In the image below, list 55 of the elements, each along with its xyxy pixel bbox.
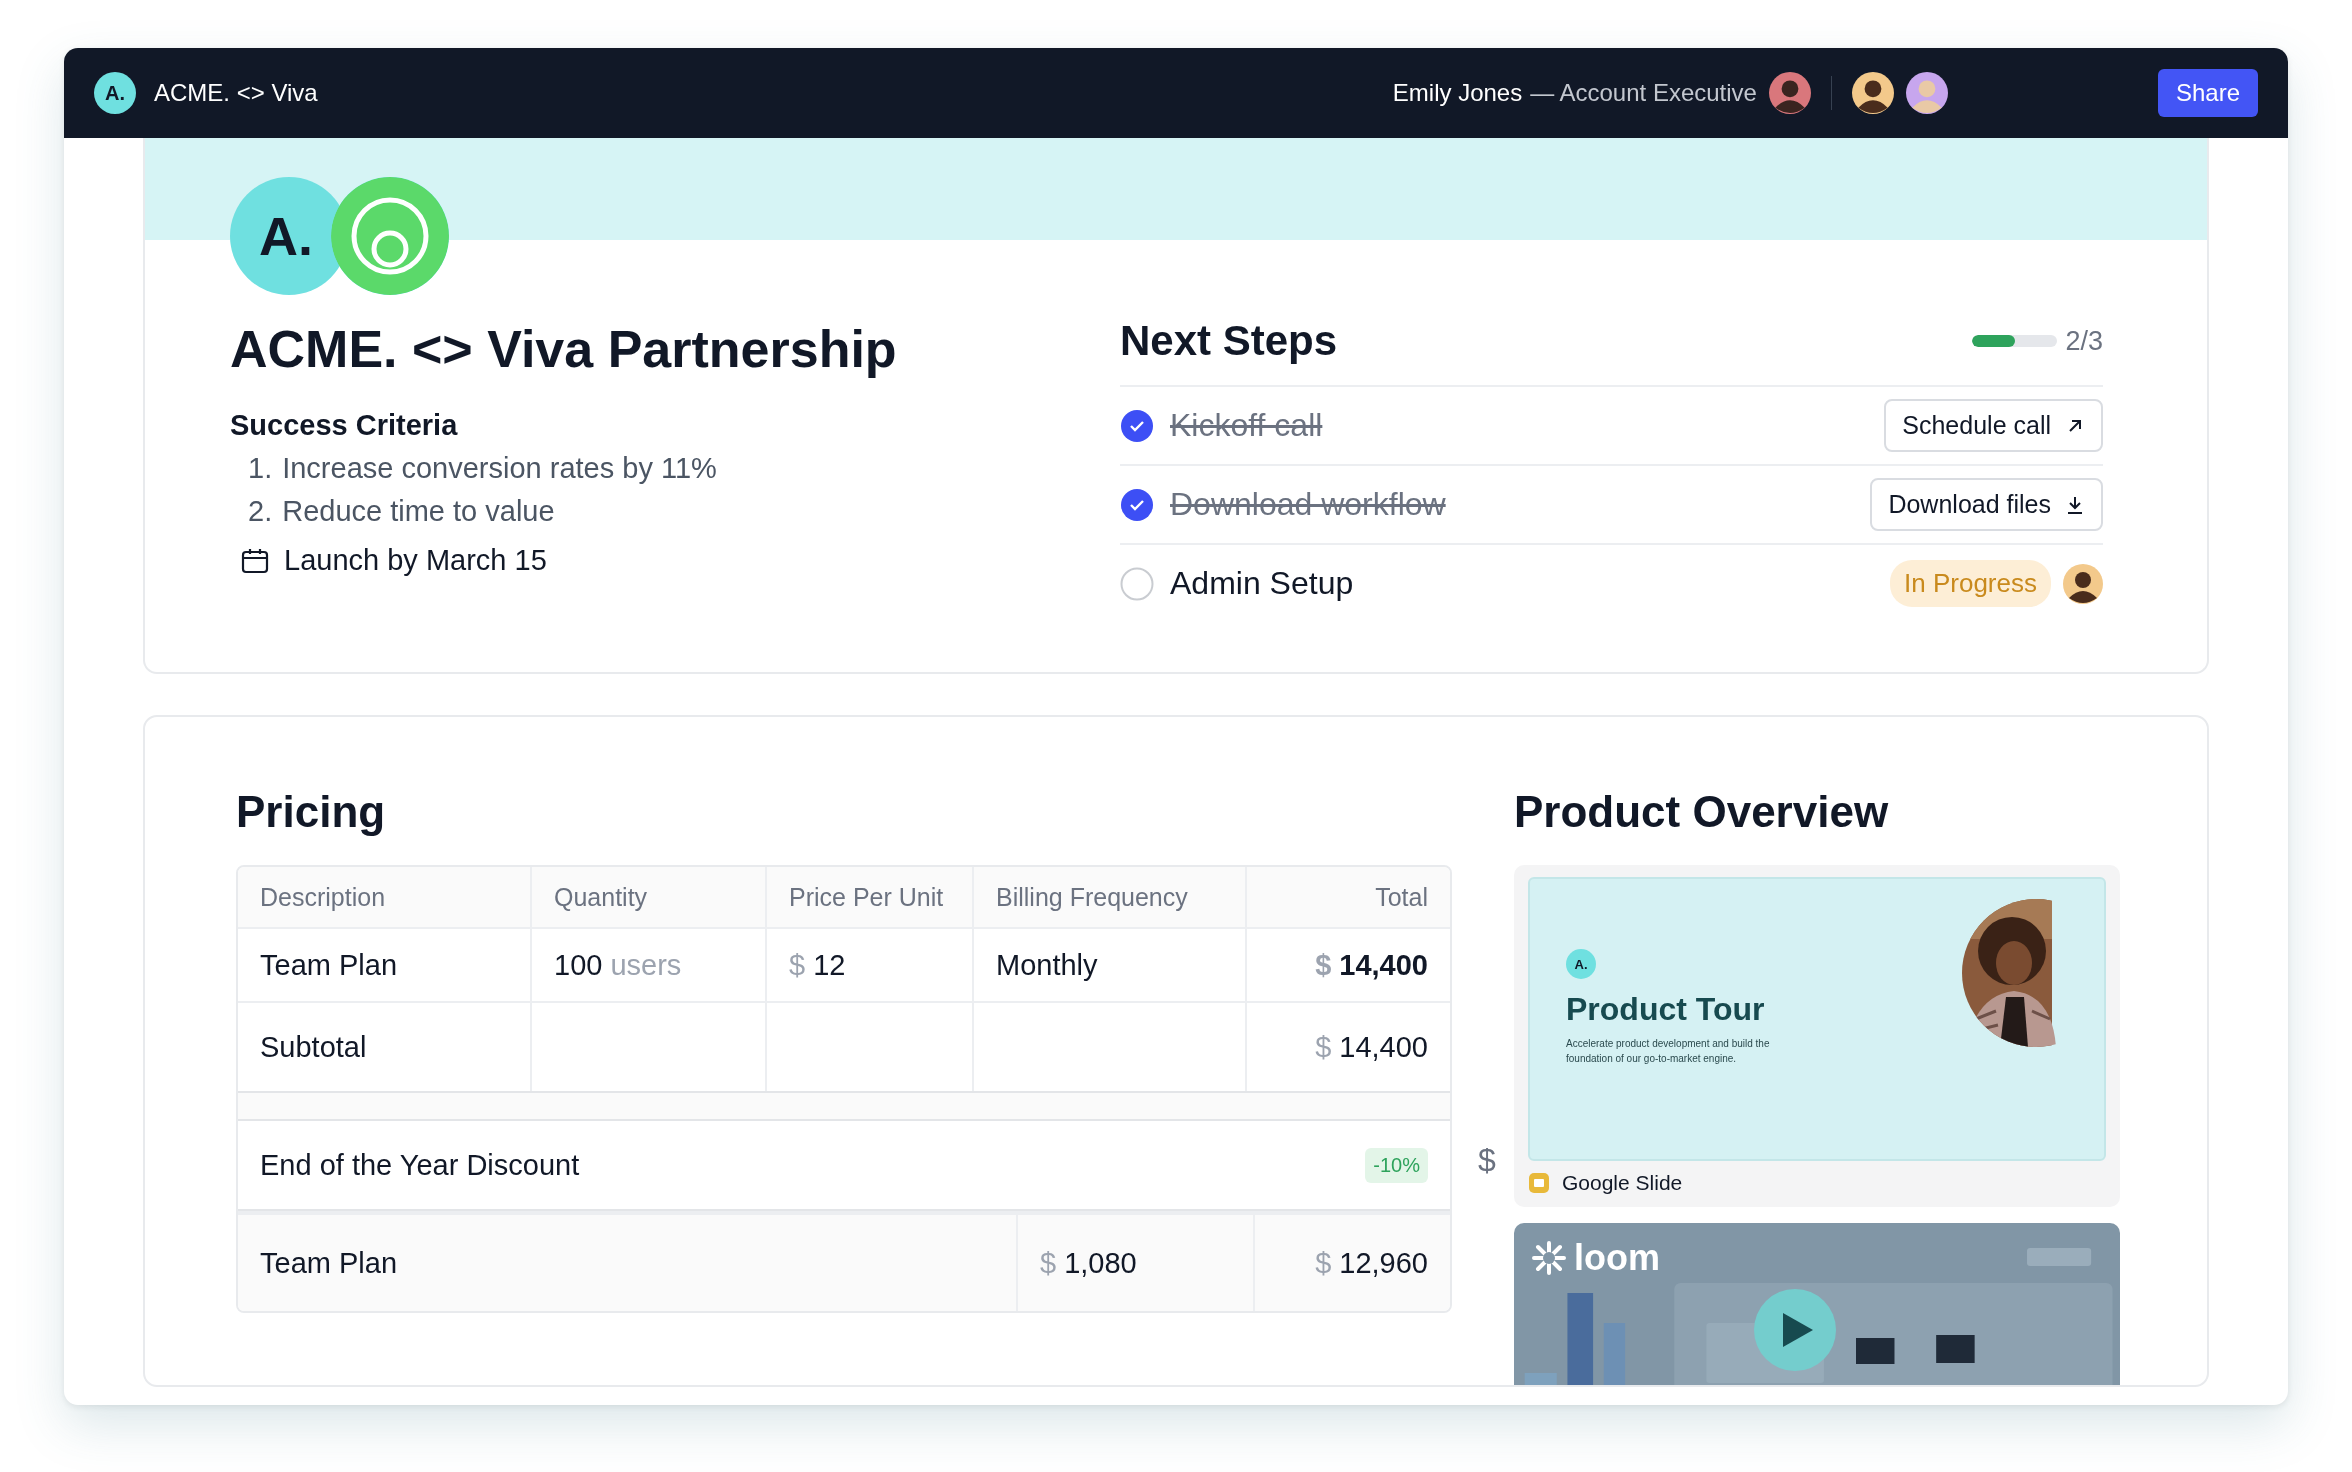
table-cell: Team Plan	[238, 1215, 1018, 1311]
source-label: Google Slide	[1562, 1171, 1683, 1195]
table-cell: Team Plan	[238, 929, 532, 1001]
play-icon	[1783, 1313, 1813, 1347]
list-number: 1.	[248, 452, 273, 485]
status-pill: In Progress	[1890, 560, 2051, 607]
discount-label: End of the Year Discount	[260, 1148, 580, 1182]
criteria-item: Reduce time to value	[282, 495, 555, 528]
avatar	[1851, 72, 1894, 114]
share-button[interactable]: Share	[2157, 69, 2258, 117]
column-header: Price Per Unit	[767, 867, 974, 927]
avatar	[1905, 72, 1948, 114]
user-role: — Account Executive	[1530, 79, 1757, 107]
checkbox[interactable]	[1120, 487, 1154, 522]
column-header: Total	[1374, 881, 1429, 913]
starburst-icon	[1532, 1241, 1566, 1275]
checkbox[interactable]	[1120, 566, 1154, 601]
slide-title: Product Tour	[1566, 991, 1766, 1028]
schedule-button[interactable]: Schedule call	[1884, 399, 2103, 452]
table-cell: Monthly	[974, 929, 1247, 1001]
table-cell: 100 users	[532, 929, 767, 1001]
discount-badge: -10%	[1365, 1147, 1428, 1183]
avatar	[2063, 563, 2103, 604]
section-heading: Success Criteria	[230, 409, 459, 442]
table-cell: $ 1,080	[1018, 1215, 1255, 1311]
video-logo: loom	[1574, 1237, 1660, 1279]
list-number: 2.	[248, 495, 273, 528]
dollar-sign: $	[1478, 1142, 1496, 1179]
section-title: Product Overview	[1514, 787, 1890, 837]
slide-logo: A.	[1566, 949, 1596, 979]
launch-date: Launch by March 15	[284, 544, 547, 577]
page-title: ACME. <> Viva Partnership	[230, 319, 898, 379]
table-cell-text: $ 14,400	[1314, 947, 1429, 983]
progress-count: 2/3	[2065, 325, 2103, 357]
column-header: Description	[238, 867, 532, 927]
table-cell-text: $ 12,960	[1314, 1245, 1429, 1281]
column-header: Quantity	[532, 867, 767, 927]
user-name: Emily Jones	[1392, 79, 1523, 107]
table-cell: $ 12	[767, 929, 974, 1001]
avatar	[1768, 72, 1811, 114]
section-title: Next Steps	[1120, 317, 1339, 365]
step-label: Download workflow	[1170, 486, 1447, 523]
slide-text: Accelerate product development and build the foundation of our go-to-market engine.	[1566, 1037, 1771, 1066]
slides-icon	[1528, 1172, 1550, 1194]
app-title: ACME. <> Viva	[154, 79, 318, 107]
column-header: Billing Frequency	[974, 867, 1247, 927]
checkbox[interactable]	[1120, 408, 1154, 443]
criteria-item: Increase conversion rates by 11%	[282, 452, 717, 485]
section-title: Pricing	[236, 787, 387, 837]
app-logo: A.	[94, 72, 136, 114]
download-button[interactable]: Download files	[1870, 478, 2103, 531]
table-cell-text: $ 14,400	[1314, 1029, 1429, 1065]
step-label: Admin Setup	[1170, 565, 1355, 602]
step-label: Kickoff call	[1170, 407, 1324, 444]
download-icon	[2065, 494, 2085, 515]
